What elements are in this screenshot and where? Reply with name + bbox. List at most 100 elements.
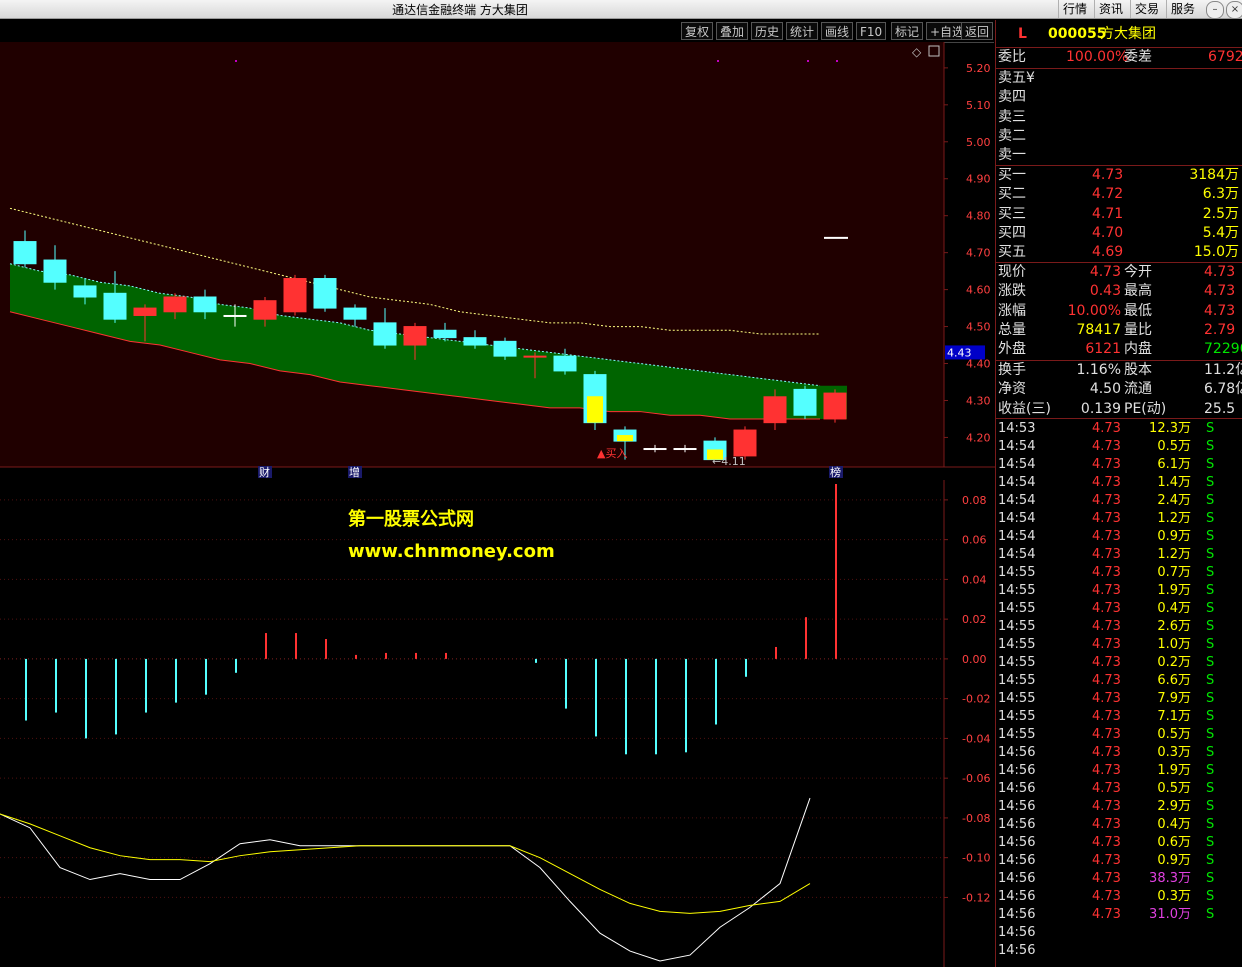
fund-value: 0.139 [1080,400,1121,417]
weibi-label: 委比 [998,49,1026,65]
quote-stat-row: 外盘 6121内盘 72296 [996,340,1242,359]
trade-tick-row[interactable]: 14:55 4.73 1.0万 S [996,636,1242,654]
price-tick-label: 4.60 [966,284,991,297]
tick-side: S [1206,871,1215,886]
trade-tick-row[interactable]: 14:54 4.73 0.5万 S [996,438,1242,456]
diamond-icon[interactable]: ◇ [912,45,922,59]
trade-tick-row[interactable]: 14:56 4.73 0.4万 S [996,816,1242,834]
tick-volume: 0.4万 [1157,817,1191,832]
tick-side: S [1206,565,1215,580]
trade-tick-row[interactable]: 14:56 4.73 0.5万 S [996,780,1242,798]
trade-tick-row[interactable]: 14:56 4.73 31.0万 S [996,906,1242,924]
tick-side: S [1206,601,1215,616]
candle[interactable] [793,385,817,419]
stock-header: L 000055 方大集团 [996,23,1242,45]
draw-line-button[interactable]: 画线 [821,22,854,40]
buy-level-volume: 5.4万 [1202,224,1239,241]
tick-volume: 2.9万 [1157,799,1191,814]
tick-side: S [1206,889,1215,904]
tick-time: 14:55 [998,727,1036,742]
trade-tick-row[interactable]: 14:55 4.73 0.5万 S [996,726,1242,744]
indicator-line-fast [0,797,811,962]
tick-time: 14:53 [998,421,1036,436]
candle[interactable] [823,389,847,423]
buy-level-price: 4.70 [1092,224,1124,241]
menu-service[interactable]: 服务 [1166,0,1199,18]
candle[interactable] [283,274,307,316]
tick-price: 4.73 [1092,889,1121,904]
tick-side: S [1206,475,1215,490]
tick-time: 14:55 [998,619,1036,634]
buy-level-label: 买四 [998,224,1026,241]
trade-tick-row[interactable]: 14:56 [996,924,1242,942]
trade-tick-row[interactable]: 14:53 4.73 12.3万 S [996,420,1242,438]
trade-tick-row[interactable]: 14:56 4.73 1.9万 S [996,762,1242,780]
trade-tick-row[interactable]: 14:55 4.73 1.9万 S [996,582,1242,600]
tick-time: 14:54 [998,475,1036,490]
tick-time: 14:54 [998,457,1036,472]
trade-tick-row[interactable]: 14:54 4.73 6.1万 S [996,456,1242,474]
price-tick-label: 4.40 [966,358,991,371]
candle[interactable] [313,274,337,312]
title-bar: 通达信金融终端 方大集团 行情 资讯 交易 服务 – × [0,0,1242,19]
tick-side: S [1206,691,1215,706]
trade-tick-row[interactable]: 14:56 4.73 0.3万 S [996,744,1242,762]
trade-tick-row[interactable]: 14:54 4.73 1.2万 S [996,510,1242,528]
tick-side: S [1206,493,1215,508]
price-tick-label: 5.00 [966,136,991,149]
candle[interactable] [493,337,517,360]
tick-price: 4.73 [1092,691,1121,706]
trade-tick-row[interactable]: 14:56 4.73 0.3万 S [996,888,1242,906]
tick-price: 4.73 [1092,421,1121,436]
quote-stat-row: 现价 4.73 今开 4.73 [996,263,1242,282]
trade-tick-row[interactable]: 14:54 4.73 1.4万 S [996,474,1242,492]
overlay-button[interactable]: 叠加 [716,22,749,40]
trade-tick-row[interactable]: 14:56 4.73 0.6万 S [996,834,1242,852]
trade-tick-row[interactable]: 14:56 4.73 0.9万 S [996,852,1242,870]
stat-value: 4.73 [1204,264,1236,280]
trade-tick-row[interactable]: 14:55 4.73 0.7万 S [996,564,1242,582]
tick-volume: 6.6万 [1157,673,1191,688]
chart-area[interactable]: 5.20 5.10 5.00 4.90 4.80 4.70 4.60 4.50 4.40 4.30… [0,42,995,967]
tick-price: 4.73 [1092,655,1121,670]
minimize-icon[interactable]: – [1206,1,1224,19]
trade-tick-row[interactable]: 14:54 4.73 0.9万 S [996,528,1242,546]
trade-tick-row[interactable]: 14:55 4.73 7.9万 S [996,690,1242,708]
tick-side: S [1206,853,1215,868]
history-button[interactable]: 历史 [751,22,784,40]
buy-level-price: 4.72 [1092,186,1124,203]
quote-stat-row: 总量 78417 量比 2.79 [996,321,1242,340]
buy-level-label: 买二 [998,186,1026,203]
trade-tick-row[interactable]: 14:55 4.73 0.4万 S [996,600,1242,618]
tick-volume: 1.9万 [1157,763,1191,778]
trade-tick-row[interactable]: 14:54 4.73 1.2万 S [996,546,1242,564]
menu-trade[interactable]: 交易 [1130,0,1163,18]
trade-tick-row[interactable]: 14:55 4.73 0.2万 S [996,654,1242,672]
quote-panel: L 000055 方大集团 委比 100.00% 委差 67929 卖五¥ 卖四卖… [995,20,1242,967]
trade-tick-row[interactable]: 14:56 [996,942,1242,960]
trade-tick-row[interactable]: 14:56 4.73 38.3万 S [996,870,1242,888]
statistics-button[interactable]: 统计 [786,22,819,40]
menu-quotes[interactable]: 行情 [1058,0,1091,18]
trade-tick-row[interactable]: 14:55 4.73 7.1万 S [996,708,1242,726]
restore-rights-button[interactable]: 复权 [681,22,714,40]
buy-level-label: 买三 [998,205,1026,222]
tick-side: S [1206,763,1215,778]
trade-tick-row[interactable]: 14:56 4.73 2.9万 S [996,798,1242,816]
sell-level-row: 卖一 [996,146,1242,165]
candle[interactable] [583,370,607,431]
tick-time: 14:56 [998,889,1036,904]
trade-tick-row[interactable]: 14:55 4.73 6.6万 S [996,672,1242,690]
menu-news[interactable]: 资讯 [1094,0,1127,18]
fund-label: 股本 [1124,362,1152,378]
tick-price: 4.73 [1092,709,1121,724]
tick-price: 4.73 [1092,475,1121,490]
trade-tick-row[interactable]: 14:55 4.73 2.6万 S [996,618,1242,636]
trade-tick-row[interactable]: 14:54 4.73 2.4万 S [996,492,1242,510]
tick-side: S [1206,673,1215,688]
close-icon[interactable]: × [1226,1,1242,19]
mark-button[interactable]: 标记 [891,22,924,40]
back-button[interactable]: 返回 [961,22,994,40]
f10-button[interactable]: F10 [856,22,887,40]
fund-label: 净资 [998,381,1026,398]
